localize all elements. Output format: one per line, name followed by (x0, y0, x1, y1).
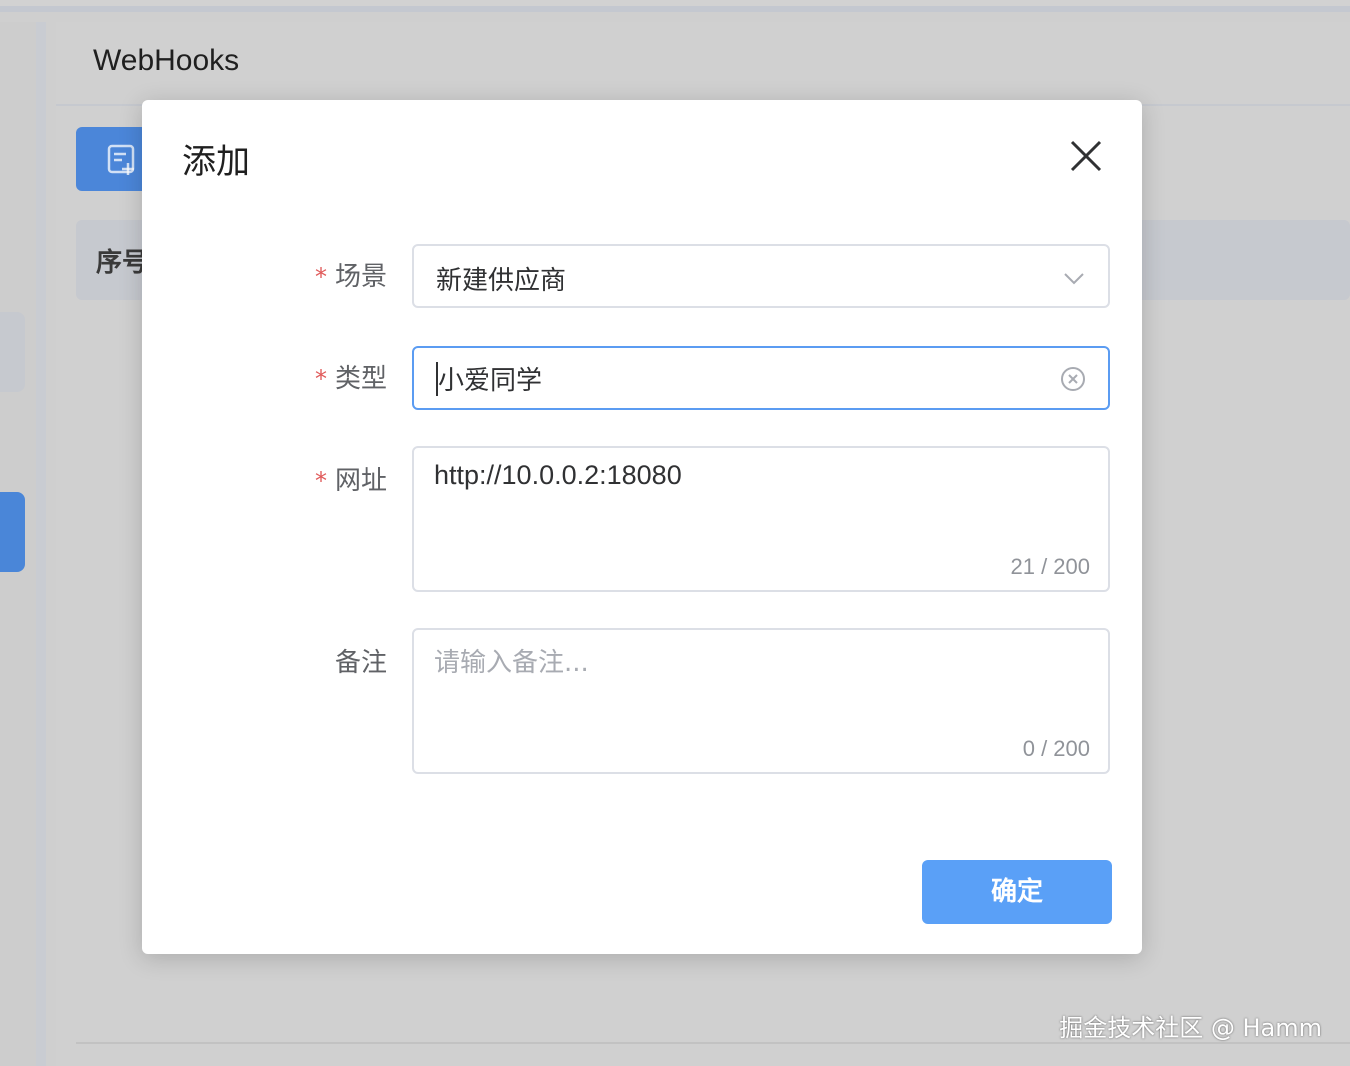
url-label: * 网址 (314, 466, 387, 496)
required-mark: * (314, 467, 327, 495)
sidebar-item-active[interactable] (0, 492, 25, 572)
table-header-index: 序号 (96, 248, 149, 278)
url-textarea[interactable]: http://10.0.0.2:18080 21 / 200 (412, 446, 1110, 592)
page-title: WebHooks (93, 44, 240, 77)
confirm-button[interactable]: 确定 (922, 860, 1112, 924)
type-input-value: 小爱同学 (438, 366, 543, 396)
close-icon (1070, 140, 1102, 172)
required-mark: * (314, 365, 327, 393)
chevron-down-icon (1064, 273, 1084, 285)
scene-select-value: 新建供应商 (436, 266, 567, 296)
note-label: 备注 (334, 648, 387, 678)
sidebar-item[interactable] (0, 312, 25, 392)
scene-select[interactable]: 新建供应商 (412, 244, 1110, 308)
required-mark: * (314, 263, 327, 291)
type-label: * 类型 (314, 364, 387, 394)
clear-circle-icon[interactable] (1060, 366, 1086, 392)
add-note-icon (107, 144, 135, 175)
watermark: 掘金技术社区 @ Hamm (1059, 1014, 1322, 1042)
dialog-title: 添加 (182, 142, 250, 182)
top-bar (0, 0, 1350, 12)
url-char-count: 21 / 200 (1010, 554, 1090, 579)
note-textarea[interactable]: 请输入备注... 0 / 200 (412, 628, 1110, 774)
note-placeholder: 请输入备注... (434, 648, 589, 678)
type-input[interactable]: 小爱同学 (412, 346, 1110, 410)
note-char-count: 0 / 200 (1022, 736, 1090, 761)
url-textarea-value: http://10.0.0.2:18080 (434, 460, 682, 490)
close-button[interactable] (1066, 136, 1106, 176)
scene-label: * 场景 (314, 262, 387, 292)
add-dialog: 添加 * 场景 新建供应商 * 类型 小爱同学 * 网址 http://10.0.0.… (142, 100, 1142, 954)
